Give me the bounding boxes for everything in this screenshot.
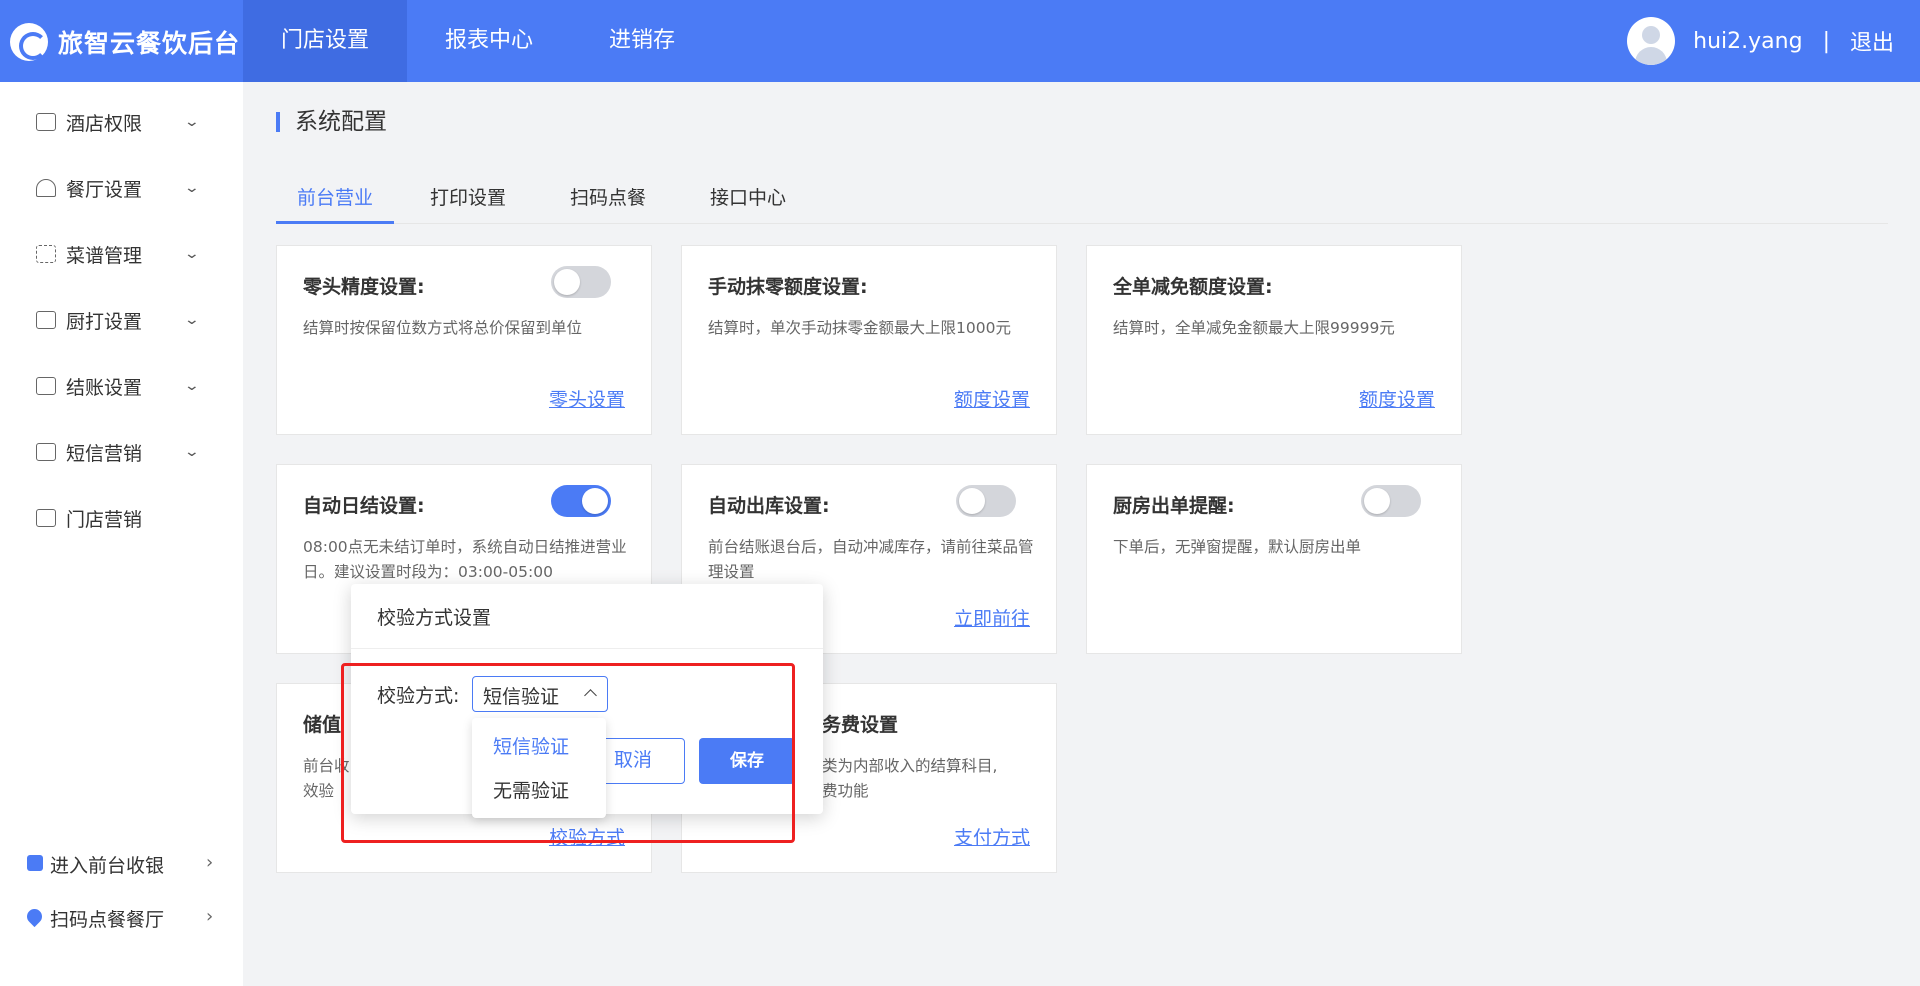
card-title: 厨房出单提醒: — [1113, 495, 1235, 517]
card-link[interactable]: 校验方式 — [549, 823, 625, 850]
card-title: 储值 — [303, 714, 342, 736]
card-description: 结算时，单次手动抹零金额最大上限1000元 — [708, 319, 1011, 337]
modal-title: 校验方式设置 — [377, 607, 492, 629]
card-description: 下单后，无弹窗提醒，默认厨房出单 — [1113, 538, 1362, 556]
sidebar: 酒店权限 ⌄ 餐厅设置 ⌄ 菜谱管理 ⌄ 厨打设置 ⌄ 结账设置 ⌄ 短信营销 … — [0, 82, 243, 986]
card-title: 手动抹零额度设置: — [708, 276, 868, 298]
card-link[interactable]: 零头设置 — [549, 385, 625, 412]
chevron-down-icon: ⌄ — [183, 114, 201, 130]
sidebar-item-restaurant-settings[interactable]: 餐厅设置 ⌄ — [0, 166, 243, 210]
bottom-item-label: 进入前台收银 — [50, 855, 165, 877]
card-description: 结算时按保留位数方式将总价保留到单位 — [303, 319, 583, 337]
sidebar-item-label: 厨打设置 — [66, 310, 143, 333]
chevron-right-icon: › — [206, 852, 214, 873]
sidebar-item-label: 短信营销 — [66, 442, 143, 465]
enter-front-desk-cashier[interactable]: 进入前台收银 › — [0, 844, 243, 884]
nav-store-settings[interactable]: 门店设置 — [243, 0, 408, 82]
tab-scan-order[interactable]: 扫码点餐 — [558, 178, 658, 224]
mail-icon — [36, 443, 56, 461]
sidebar-item-label: 酒店权限 — [66, 112, 143, 135]
card-title: 自动出库设置: — [708, 495, 830, 517]
sidebar-item-label: 餐厅设置 — [66, 178, 143, 201]
toggle-switch[interactable] — [956, 485, 1016, 517]
card-description: 08:00点无未结订单时，系统自动日结推进营业日。建议设置时段为：03:00-0… — [303, 538, 627, 581]
avatar[interactable] — [1627, 17, 1676, 65]
card-change-precision: 零头精度设置: 结算时按保留位数方式将总价保留到单位 零头设置 — [276, 245, 652, 435]
card-manual-rounding: 手动抹零额度设置: 结算时，单次手动抹零金额最大上限1000元 额度设置 — [681, 245, 1057, 435]
chevron-down-icon: ⌄ — [183, 180, 201, 196]
card-description: 类为内部收入的结算科目, 费功能 — [822, 754, 1042, 804]
chevron-down-icon: ⌄ — [183, 312, 201, 328]
toggle-switch[interactable] — [551, 485, 611, 517]
card-link[interactable]: 立即前往 — [954, 604, 1030, 631]
chevron-up-icon — [584, 689, 597, 702]
verification-method-dropdown: 短信验证 无需验证 — [472, 718, 606, 818]
user-area: hui2.yang | 退出 — [1627, 16, 1894, 66]
select-value: 短信验证 — [483, 686, 560, 708]
card-link[interactable]: 额度设置 — [954, 385, 1030, 412]
bottom-item-label: 扫码点餐餐厅 — [50, 909, 165, 931]
verification-method-label: 校验方式: — [377, 685, 460, 707]
toggle-switch[interactable] — [1361, 485, 1421, 517]
monitor-icon — [27, 855, 43, 871]
card-title: 自动日结设置: — [303, 495, 425, 517]
chevron-right-icon: › — [206, 906, 214, 927]
scan-order-restaurant[interactable]: 扫码点餐餐厅 › — [0, 898, 243, 938]
sidebar-item-menu-management[interactable]: 菜谱管理 ⌄ — [0, 232, 243, 276]
save-button[interactable]: 保存 — [699, 738, 795, 784]
sidebar-item-sms-marketing[interactable]: 短信营销 ⌄ — [0, 430, 243, 474]
tab-interface-center[interactable]: 接口中心 — [698, 178, 798, 224]
card-kitchen-order-reminder: 厨房出单提醒: 下单后，无弹窗提醒，默认厨房出单 — [1086, 464, 1462, 654]
verification-method-select[interactable]: 短信验证 — [472, 676, 608, 712]
location-pin-icon — [23, 905, 46, 928]
chevron-down-icon: ⌄ — [183, 246, 201, 262]
dropdown-option-none[interactable]: 无需验证 — [493, 776, 569, 803]
logo[interactable]: 旅智云餐饮后台 — [10, 20, 240, 64]
store-icon — [36, 509, 56, 527]
receipt-icon — [36, 377, 56, 395]
card-description-line: 费功能 — [822, 782, 869, 800]
hotel-icon — [36, 113, 56, 131]
toggle-switch[interactable] — [551, 266, 611, 298]
sidebar-item-label: 结账设置 — [66, 376, 143, 399]
card-link[interactable]: 额度设置 — [1359, 385, 1435, 412]
sidebar-item-hotel-permissions[interactable]: 酒店权限 ⌄ — [0, 100, 243, 144]
username[interactable]: hui2.yang — [1693, 29, 1802, 54]
chevron-down-icon: ⌄ — [183, 444, 201, 460]
chevron-down-icon: ⌄ — [183, 378, 201, 394]
divider — [351, 648, 823, 649]
card-link[interactable]: 支付方式 — [954, 823, 1030, 850]
card-title: 全单减免额度设置: — [1113, 276, 1273, 298]
card-description: 前台结账退台后，自动冲减库存，请前往菜品管理设置 — [708, 538, 1034, 581]
sidebar-item-checkout-settings[interactable]: 结账设置 ⌄ — [0, 364, 243, 408]
sidebar-item-store-marketing[interactable]: 门店营销 — [0, 496, 243, 540]
grid-icon — [36, 245, 56, 263]
card-title: 零头精度设置: — [303, 276, 425, 298]
tab-bar: 前台营业 打印设置 扫码点餐 接口中心 — [276, 178, 1888, 224]
sidebar-item-kitchen-print[interactable]: 厨打设置 ⌄ — [0, 298, 243, 342]
printer-icon — [36, 311, 56, 329]
page-title: 系统配置 — [276, 111, 387, 134]
logo-text: 旅智云餐饮后台 — [58, 29, 241, 58]
card-full-order-discount: 全单减免额度设置: 结算时，全单减免金额最大上限99999元 额度设置 — [1086, 245, 1462, 435]
card-description: 结算时，全单减免金额最大上限99999元 — [1113, 319, 1395, 337]
main-nav: 门店设置 报表中心 进销存 — [243, 0, 713, 82]
top-navbar: 旅智云餐饮后台 门店设置 报表中心 进销存 hui2.yang | 退出 — [0, 0, 1920, 82]
nav-report-center[interactable]: 报表中心 — [407, 0, 571, 82]
dropdown-option-sms[interactable]: 短信验证 — [493, 732, 569, 759]
card-description-line: 类为内部收入的结算科目, — [822, 757, 998, 775]
separator: | — [1822, 28, 1830, 54]
logout-link[interactable]: 退出 — [1850, 25, 1894, 57]
sidebar-item-label: 门店营销 — [66, 508, 143, 531]
nav-inventory[interactable]: 进销存 — [571, 0, 713, 82]
tab-front-desk[interactable]: 前台营业 — [276, 178, 394, 224]
card-title: 务费设置 — [822, 714, 899, 736]
logo-icon — [10, 23, 48, 61]
sidebar-item-label: 菜谱管理 — [66, 244, 143, 267]
dish-cover-icon — [36, 179, 56, 197]
tab-print-settings[interactable]: 打印设置 — [418, 178, 518, 224]
